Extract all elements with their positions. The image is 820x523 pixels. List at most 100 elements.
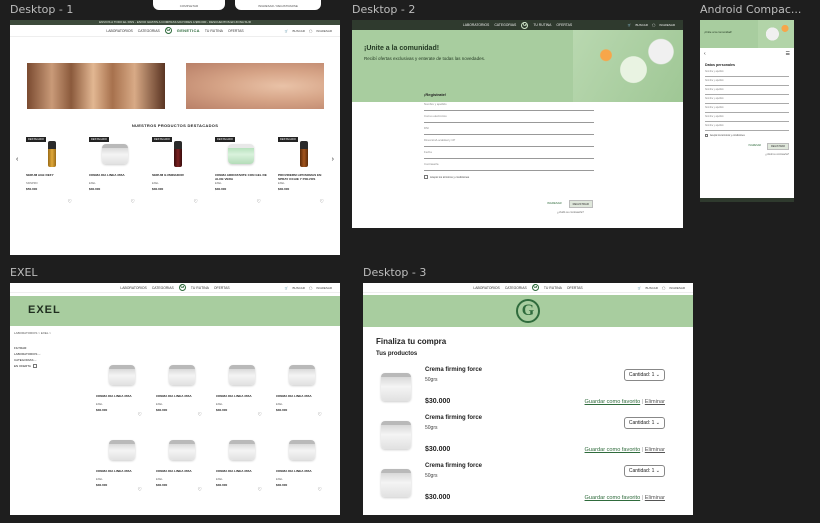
login-button[interactable]: INGRESAR bbox=[544, 200, 565, 208]
nav3-categorias[interactable]: CATEGORIAS bbox=[152, 286, 174, 290]
android-field[interactable]: Nombre y apellido bbox=[705, 98, 789, 104]
remove-item-link[interactable]: Eliminar bbox=[645, 399, 665, 405]
heart-icon[interactable]: ♡ bbox=[257, 199, 261, 205]
nav3-tu-rutina[interactable]: TU RUTINA bbox=[191, 286, 209, 290]
save-favorite-link[interactable]: Guardar como favorito bbox=[585, 495, 641, 501]
breadcrumb[interactable]: LABORATORIOS > EXEL > bbox=[14, 331, 51, 335]
product-card[interactable]: DESTACADO CREMA HIDRATANTE CON GEL DE AL… bbox=[215, 137, 267, 205]
nav2-tu-rutina[interactable]: TU RUTINA bbox=[533, 23, 551, 27]
user-icon[interactable]: ◯ bbox=[309, 29, 312, 33]
register-field[interactable]: Contraseña bbox=[424, 162, 594, 171]
heart-icon[interactable]: ♡ bbox=[198, 487, 202, 493]
genetica-logo-icon[interactable]: G bbox=[164, 27, 172, 34]
heart-icon[interactable]: ♡ bbox=[194, 199, 198, 205]
search-label-4[interactable]: BUSCAR bbox=[645, 286, 658, 290]
cart-icon-4[interactable]: 🛒 bbox=[638, 286, 642, 290]
frame-label-desktop-1[interactable]: Desktop - 1 bbox=[10, 3, 73, 16]
carousel-prev-icon[interactable]: ‹ bbox=[16, 156, 18, 163]
nav3-ofertas[interactable]: OFERTAS bbox=[214, 286, 230, 290]
register-field[interactable]: Nombre y apellido bbox=[424, 102, 594, 111]
terms-checkbox[interactable] bbox=[424, 175, 428, 179]
cart-icon-3[interactable]: 🛒 bbox=[285, 286, 289, 290]
genetica-logo-icon-2[interactable]: G bbox=[521, 21, 529, 29]
heart-icon[interactable]: ♡ bbox=[320, 199, 324, 205]
nav2-laboratorios[interactable]: LABORATORIOS bbox=[463, 23, 489, 27]
genetica-logo-icon-3[interactable]: G bbox=[178, 284, 186, 291]
heart-icon[interactable]: ♡ bbox=[318, 412, 322, 418]
exel-product-card[interactable]: CREMA DIA LINEA 365A EXEL $30.000 ♡ bbox=[96, 358, 148, 418]
login-label[interactable]: INGRESAR bbox=[316, 29, 332, 33]
carousel-next-icon[interactable]: › bbox=[332, 156, 334, 163]
search-label-2[interactable]: BUSCAR bbox=[635, 23, 648, 27]
user-icon-3[interactable]: ◯ bbox=[309, 286, 312, 290]
genetica-logo-icon-4[interactable]: G bbox=[531, 284, 539, 291]
frame-android[interactable]: ¡Unite a la comunidad! ‹ ☰ Datos persona… bbox=[700, 20, 794, 202]
android-field[interactable]: Nombre y apellido bbox=[705, 125, 789, 131]
cart-icon-2[interactable]: 🛒 bbox=[628, 23, 632, 27]
login-label-3[interactable]: INGRESAR bbox=[316, 286, 332, 290]
heart-icon[interactable]: ♡ bbox=[318, 487, 322, 493]
back-icon[interactable]: ‹ bbox=[704, 51, 706, 57]
frame-desktop-1[interactable]: ENVIOS A TODO EL PAIS - ENVIO GRATIS A C… bbox=[10, 20, 340, 255]
remove-item-link[interactable]: Eliminar bbox=[645, 495, 665, 501]
forgot-password-link[interactable]: ¿olvidó su contraseña? bbox=[557, 211, 584, 214]
remove-item-link[interactable]: Eliminar bbox=[645, 447, 665, 453]
nav3-laboratorios[interactable]: LABORATORIOS bbox=[120, 286, 146, 290]
android-terms-checkbox[interactable] bbox=[705, 134, 708, 137]
menu-icon[interactable]: ☰ bbox=[786, 51, 790, 57]
search-label[interactable]: BUSCAR bbox=[292, 29, 305, 33]
product-card[interactable]: DESTACADO CREMA DIA LINEA 365A EXEL $30.… bbox=[89, 137, 141, 205]
heart-icon[interactable]: ♡ bbox=[68, 199, 72, 205]
cart-icon[interactable]: 🛒 bbox=[285, 29, 289, 33]
exel-product-card[interactable]: CREMA DIA LINEA 365A EXEL $30.000 ♡ bbox=[216, 358, 268, 418]
register-field[interactable]: Dirección/Localidad y CP bbox=[424, 138, 594, 147]
android-field[interactable]: Nombre y apellido bbox=[705, 107, 789, 113]
frame-exel[interactable]: LABORATORIOS CATEGORIAS G TU RUTINA OFER… bbox=[10, 283, 340, 515]
android-field[interactable]: Nombre y apellido bbox=[705, 116, 789, 122]
exel-product-card[interactable]: CREMA DIA LINEA 365A EXEL $30.000 ♡ bbox=[276, 358, 328, 418]
nav2-ofertas[interactable]: OFERTAS bbox=[556, 23, 572, 27]
heart-icon[interactable]: ♡ bbox=[138, 487, 142, 493]
heart-icon[interactable]: ♡ bbox=[138, 412, 142, 418]
quantity-select[interactable]: Cantidad: 1 ⌄ bbox=[623, 369, 665, 381]
exel-product-card[interactable]: CREMA DIA LINEA 365A EXEL $30.000 ♡ bbox=[216, 433, 268, 493]
login-label-2[interactable]: INGRESAR bbox=[659, 23, 675, 27]
nav2-categorias[interactable]: CATEGORIAS bbox=[494, 23, 516, 27]
login-label-4[interactable]: INGRESAR bbox=[669, 286, 685, 290]
nav4-tu-rutina[interactable]: TU RUTINA bbox=[544, 286, 562, 290]
oferta-checkbox[interactable] bbox=[32, 364, 37, 368]
product-card[interactable]: DESTACADO PROVIDERM LIPOSOMAS EN SPRAY O… bbox=[278, 137, 330, 205]
nav4-categorias[interactable]: CATEGORIAS bbox=[505, 286, 527, 290]
frame-label-desktop-2[interactable]: Desktop - 2 bbox=[352, 3, 415, 16]
quantity-select[interactable]: Cantidad: 1 ⌄ bbox=[623, 417, 665, 429]
nav-ofertas[interactable]: OFERTAS bbox=[228, 29, 244, 33]
register-button[interactable]: REGISTRAR bbox=[568, 200, 593, 208]
product-card[interactable]: DESTACADO SERUM AGE DEFY SKINPRO $50.000… bbox=[26, 137, 78, 205]
frame-label-exel[interactable]: EXEL bbox=[10, 266, 38, 279]
heart-icon[interactable]: ♡ bbox=[258, 487, 262, 493]
exel-product-card[interactable]: CREMA DIA LINEA 365A EXEL $30.000 ♡ bbox=[156, 433, 208, 493]
search-label-3[interactable]: BUSCAR bbox=[292, 286, 305, 290]
heart-icon[interactable]: ♡ bbox=[258, 412, 262, 418]
frame-label-desktop-3[interactable]: Desktop - 3 bbox=[363, 266, 426, 279]
register-field[interactable]: DNI bbox=[424, 126, 594, 135]
android-field[interactable]: Nombre y apellido bbox=[705, 89, 789, 95]
android-field[interactable]: Nombre y apellido bbox=[705, 80, 789, 86]
register-field[interactable]: Fecha bbox=[424, 150, 594, 159]
nav4-laboratorios[interactable]: LABORATORIOS bbox=[473, 286, 499, 290]
heart-icon[interactable]: ♡ bbox=[131, 199, 135, 205]
heart-icon[interactable]: ♡ bbox=[198, 412, 202, 418]
quantity-select[interactable]: Cantidad: 1 ⌄ bbox=[623, 465, 665, 477]
exel-product-card[interactable]: CREMA DIA LINEA 365A EXEL $30.000 ♡ bbox=[156, 358, 208, 418]
nav-tu-rutina[interactable]: TU RUTINA bbox=[205, 29, 223, 33]
user-icon-4[interactable]: ◯ bbox=[662, 286, 665, 290]
product-card[interactable]: DESTACADO SERUM ILUMINADOR EXEL $30.000 … bbox=[152, 137, 204, 205]
frame-desktop-3[interactable]: LABORATORIOS CATEGORIAS G TU RUTINA OFER… bbox=[363, 283, 693, 515]
android-forgot-link[interactable]: ¿olvidó su contraseña? bbox=[705, 154, 789, 156]
exel-product-card[interactable]: CREMA DIA LINEA 365A EXEL $30.000 ♡ bbox=[276, 433, 328, 493]
register-field[interactable]: Correo electrónico bbox=[424, 114, 594, 123]
save-favorite-link[interactable]: Guardar como favorito bbox=[585, 399, 641, 405]
exel-product-card[interactable]: CREMA DIA LINEA 365A EXEL $30.000 ♡ bbox=[96, 433, 148, 493]
nav-categorias[interactable]: CATEGORIAS bbox=[138, 29, 160, 33]
android-field[interactable]: Nombre y apellido bbox=[705, 71, 789, 77]
